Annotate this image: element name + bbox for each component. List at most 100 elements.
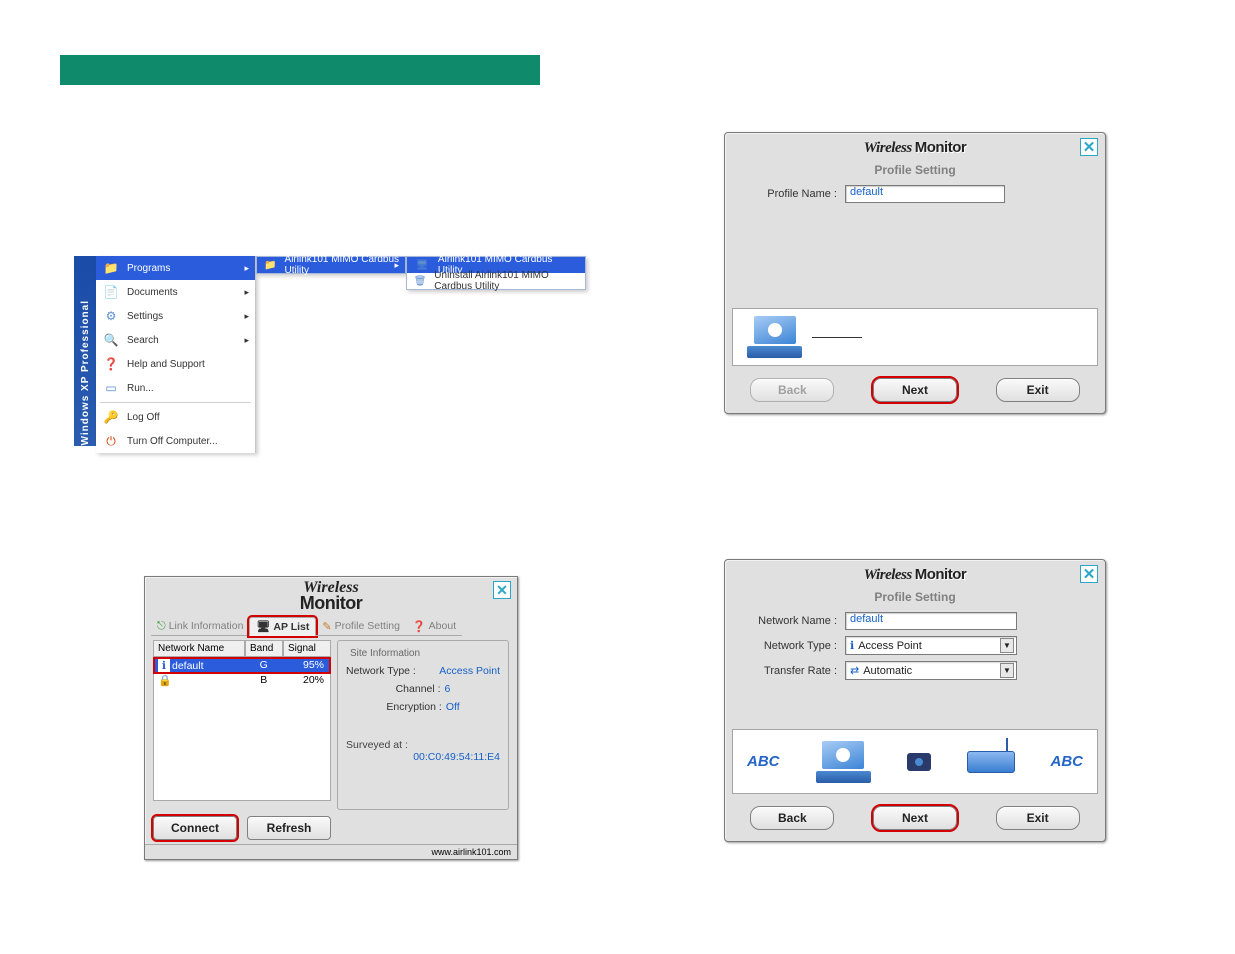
row-band: G [245,658,283,673]
col-signal[interactable]: Signal [283,640,331,657]
submenu1-label: Airlink101 MIMO Cardbus Utility [285,254,399,276]
link-icon: ⎋ [157,620,166,633]
tab-about[interactable]: ❓ About [406,618,462,636]
tab-link-information[interactable]: ⎋ Link Information [151,618,249,636]
tab-profile-setting[interactable]: ✎ Profile Setting [316,618,406,636]
os-label: Windows XP Professional [80,294,91,446]
network-type-select[interactable]: ℹ Access Point ▼ [845,636,1017,655]
transfer-rate-select[interactable]: ⇄ Automatic ▼ [845,661,1017,680]
chevron-down-icon: ▼ [1000,663,1014,678]
brand-word-1: Wireless [864,567,912,584]
site-channel-value: 6 [445,683,451,695]
menu-label: Log Off [127,412,160,423]
abc-label-left: ABC [747,753,780,770]
surveyed-label: Surveyed at : [346,739,408,751]
exit-button[interactable]: Exit [996,806,1080,830]
profile-name-input[interactable]: default [845,185,1005,203]
next-button[interactable]: Next [873,378,957,402]
menu-item-settings[interactable]: ⚙ Settings ▸ [96,304,255,328]
row-signal: 95% [283,658,331,673]
tab-bar: ⎋ Link Information 🖥 AP List ✎ Profile S… [145,617,517,636]
submenu2-uninstall[interactable]: 🗑 Uninstall Airlink101 MIMO Cardbus Util… [407,273,585,289]
close-icon[interactable]: ✕ [1080,565,1098,583]
submenu-arrow-icon: ▸ [394,260,399,271]
wireless-monitor-profile-name: Wireless Monitor ✕ Profile Setting Profi… [724,132,1106,414]
network-type-value: Access Point [858,640,922,652]
back-button[interactable]: Back [750,806,834,830]
transfer-rate-value: Automatic [863,665,912,677]
back-button[interactable]: Back [750,378,834,402]
menu-item-help[interactable]: ❓ Help and Support [96,352,255,376]
refresh-button[interactable]: Refresh [247,816,331,840]
app-icon: 🖥 [413,257,431,273]
documents-icon: 📄 [102,284,120,300]
folder-icon: 📁 [263,257,278,273]
col-band[interactable]: Band [245,640,283,657]
submenu1-airlink-folder[interactable]: 📁 Airlink101 MIMO Cardbus Utility ▸ [257,257,405,273]
footer-url: www.airlink101.com [145,844,517,859]
menu-item-search[interactable]: 🔍 Search ▸ [96,328,255,352]
start-submenu-1: 📁 Airlink101 MIMO Cardbus Utility ▸ [256,256,406,274]
connect-button[interactable]: Connect [153,816,237,840]
menu-label: Run... [127,383,154,394]
router-icon [967,751,1015,773]
menu-item-programs[interactable]: 📁 Programs ▸ [96,256,255,280]
menu-label: Turn Off Computer... [127,436,218,447]
section-header-bar [60,55,540,85]
menu-item-documents[interactable]: 📄 Documents ▸ [96,280,255,304]
menu-item-logoff[interactable]: 🔑 Log Off [96,405,255,429]
ap-row[interactable]: 🔒 B 20% [154,673,330,688]
wireless-monitor-network-settings: Wireless Monitor ✕ Profile Setting Netwo… [724,559,1106,842]
device-icon [907,753,931,771]
logoff-icon: 🔑 [102,409,120,425]
row-band: B [245,673,283,688]
menu-label: Documents [127,287,178,298]
about-icon: ❓ [412,620,426,633]
dialog-titlebar: Wireless Monitor ✕ [145,577,517,617]
tab-label: Link Information [169,620,244,632]
ap-rows-container[interactable]: ℹdefault G 95% 🔒 B 20% [153,657,331,801]
ap-list-table: Network Name Band Signal ℹdefault G 95% … [153,640,331,810]
start-submenu-2: 🖥 Airlink101 MIMO Cardbus Utility 🗑 Unin… [406,256,586,290]
next-button[interactable]: Next [873,806,957,830]
submenu-arrow-icon: ▸ [244,311,249,322]
menu-label: Settings [127,311,163,322]
profile-icon: ✎ [322,620,331,633]
submenu-arrow-icon: ▸ [244,335,249,346]
connector-line-icon [812,337,862,338]
close-icon[interactable]: ✕ [493,581,511,599]
row-name: default [172,660,204,672]
close-icon[interactable]: ✕ [1080,138,1098,156]
graphic-panel: ABC ABC [732,729,1098,794]
col-network-name[interactable]: Network Name [153,640,245,657]
laptop-icon [816,741,871,783]
brand-word-2: Monitor [915,566,966,583]
exit-button[interactable]: Exit [996,378,1080,402]
tab-label: About [429,620,456,632]
laptop-icon [747,316,802,358]
submenu-arrow-icon: ▸ [244,263,249,274]
arrows-icon: ⇄ [850,664,859,677]
dialog-subtitle: Profile Setting [728,163,1102,177]
shutdown-icon: ⏻ [102,433,120,449]
settings-icon: ⚙ [102,308,120,324]
menu-label: Help and Support [127,359,205,370]
programs-icon: 📁 [102,260,120,276]
menu-label: Search [127,335,159,346]
tab-ap-list[interactable]: 🖥 AP List [249,617,316,636]
menu-item-run[interactable]: ▭ Run... [96,376,255,400]
start-menu: Windows XP Professional 📁 Programs ▸ 📄 D… [74,256,586,453]
row-signal: 20% [283,673,331,688]
uninstall-icon: 🗑 [413,273,427,289]
dialog-titlebar: Wireless Monitor ✕ [728,563,1102,587]
start-menu-sidebar: Windows XP Professional [74,256,96,446]
brand-word-2: Monitor [915,139,966,156]
aplist-icon: 🖥 [256,620,270,633]
site-nettype-value: Access Point [439,665,500,677]
menu-item-shutdown[interactable]: ⏻ Turn Off Computer... [96,429,255,453]
site-enc-label: Encryption : [386,701,441,713]
submenu-arrow-icon: ▸ [244,287,249,298]
ap-row-selected[interactable]: ℹdefault G 95% [154,658,330,673]
network-name-input[interactable]: default [845,612,1017,630]
brand-word-1: Wireless [864,140,912,157]
